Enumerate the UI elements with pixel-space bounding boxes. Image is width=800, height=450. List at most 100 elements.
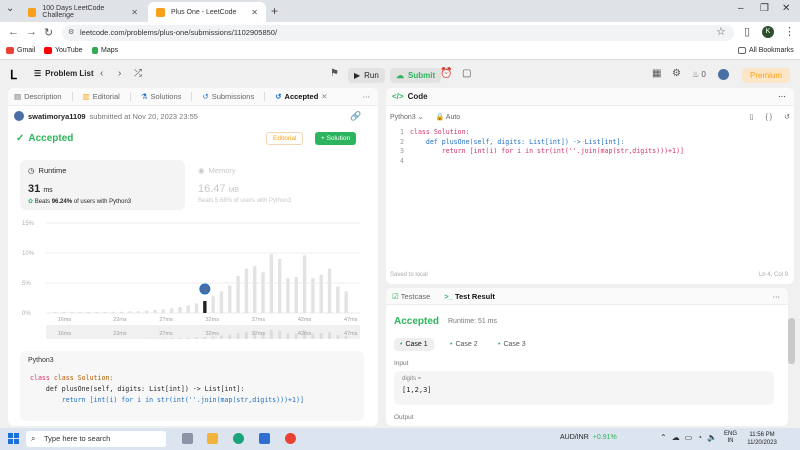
braces-icon[interactable]: { } [766,114,773,121]
task-view-icon[interactable] [182,433,193,444]
editorial-button[interactable]: Editorial [266,132,304,145]
file-explorer-icon[interactable] [207,433,218,444]
mail-icon[interactable] [259,433,270,444]
layout-icon[interactable]: ▦ [652,68,661,79]
clock[interactable]: 11:56 PM 11/20/2023 [740,431,784,447]
output-label: Output [394,414,414,421]
bookmark-label: All Bookmarks [749,47,794,54]
menu-dots-icon[interactable]: ⋮ [784,25,795,38]
bookmark-youtube[interactable]: YouTube [44,47,83,54]
windows-start-icon[interactable] [8,433,19,444]
bookmark-icon[interactable]: ▯ [750,113,754,121]
close-tab-icon[interactable]: ✕ [251,8,258,17]
premium-button[interactable]: Premium [742,68,791,83]
runtime-card[interactable]: ◷ Runtime 31 ms ✿ Beats 96.24% of users w… [20,160,185,210]
fx-widget[interactable]: AUD/INR +0.91% [560,434,617,441]
profile-avatar[interactable]: K [762,26,774,38]
tab-editorial[interactable]: ▥ Editorial [83,92,120,101]
reload-icon[interactable]: ↻ [44,26,53,39]
code-line: class Solution: [53,374,114,382]
close-window-icon[interactable]: ✕ [782,3,790,14]
user-avatar[interactable] [718,69,729,80]
chart-bar [253,266,257,313]
editor-code[interactable]: class Solution: def plusOne(self, digits… [410,128,684,157]
url-bar[interactable]: ⚙ leetcode.com/problems/plus-one/submiss… [62,25,734,41]
streak-fire-icon[interactable]: ♨ 0 [692,70,706,79]
chart-bar [111,311,116,313]
volume-icon[interactable]: 🔈 [707,433,717,442]
vertical-splitter[interactable] [380,240,383,260]
pass-dot-icon: • [400,341,403,348]
beats-icon: ✿ [28,199,34,205]
submitted-at: submitted at Nov 20, 2023 23:55 [89,111,198,121]
all-bookmarks[interactable]: All Bookmarks [738,47,794,54]
taskbar-search[interactable]: ⌕ Type here to search [26,431,166,447]
bookmark-gmail[interactable]: Gmail [6,47,35,54]
minimize-icon[interactable]: – [738,3,744,14]
browser-tab-100-days[interactable]: 100 Days LeetCode Challenge ✕ [20,2,146,22]
submit-button[interactable]: ☁ Submit [390,68,442,83]
prev-problem-icon[interactable]: ‹ [100,68,103,79]
battery-icon[interactable]: ▭ [685,433,693,442]
panel-menu-icon[interactable]: ⋯ [778,92,786,101]
language-select[interactable]: Python3 ⌄ [390,113,424,121]
range-slider-bar [244,332,248,339]
site-info-icon[interactable]: ⚙ [68,25,74,41]
tab-description[interactable]: ▤ Description [14,92,62,101]
runtime-distribution-chart[interactable]: 15% 10% 5% 0% 16ms 22ms 27ms 32ms 37ms 42ms 47ms 16… [20,213,365,343]
tab-submissions[interactable]: ↺ Submissions [202,92,254,101]
solution-button[interactable]: + Solution [315,132,357,145]
leetcode-favicon-icon [156,7,165,17]
beats-prefix: Beats [34,199,51,205]
user-avatar[interactable] [14,111,24,121]
browser-tab-plus-one[interactable]: Plus One - LeetCode ✕ [148,2,266,22]
browser-tab-bar: 100 Days LeetCode Challenge ✕ Plus One -… [0,0,800,22]
sidepanel-icon[interactable]: ▯ [744,25,750,38]
bookmark-label: Gmail [17,47,36,54]
checkbox-icon: ☑ [392,291,399,301]
tab-accepted[interactable]: ↺ Accepted ✕ [275,92,327,101]
new-tab-icon[interactable]: + [271,4,278,18]
bookmark-maps[interactable]: Maps [92,47,118,54]
debug-icon[interactable]: ⚑ [330,68,339,79]
tab-testcase[interactable]: ☑ Testcase [392,292,430,301]
network-icon[interactable]: ◔ [697,433,702,442]
tab-search-icon[interactable]: ⌄ [6,3,14,14]
close-tab-icon[interactable]: ✕ [131,8,138,17]
panel-menu-icon[interactable]: ⋯ [363,92,371,101]
case-2-tab[interactable]: • Case 2 [444,338,484,351]
runtime-unit: ms [43,187,53,194]
divider [129,92,131,101]
maximize-icon[interactable]: ❐ [760,3,769,14]
code-editor[interactable]: 1 2 3 4 class Solution: def plusOne(self… [386,128,794,268]
case-3-tab[interactable]: • Case 3 [492,338,532,351]
auto-mode[interactable]: 🔒 Auto [436,113,461,121]
settings-gear-icon[interactable]: ⚙ [672,68,681,79]
onedrive-icon[interactable]: ☁ [672,433,680,442]
shuffle-icon[interactable]: ⤮ [134,68,142,79]
username[interactable]: swatimorya1109 [28,112,86,121]
chrome-icon[interactable] [285,433,296,444]
back-icon[interactable]: ← [8,26,19,38]
run-button[interactable]: ▶ Run [348,68,385,83]
next-problem-icon[interactable]: › [118,68,121,79]
language-indicator[interactable]: ENG IN [724,431,737,445]
pass-dot-icon: • [498,341,501,348]
share-link-icon[interactable]: 🔗 [350,111,361,122]
right-scrollbar[interactable] [788,318,795,364]
leetcode-logo-icon[interactable]: ᒪ [10,68,22,82]
forward-icon[interactable]: → [26,26,37,38]
edge-icon[interactable] [233,433,244,444]
memory-card[interactable]: ◉ Memory 16.47 MB Beats 5.68% of users wi… [190,160,360,210]
tab-solutions[interactable]: ⚗ Solutions [141,92,182,101]
case-1-tab[interactable]: • Case 1 [394,338,434,351]
chevron-up-icon[interactable]: ⌃ [660,433,667,442]
bookmark-star-icon[interactable]: ☆ [716,25,726,38]
reset-icon[interactable]: ↺ [784,113,790,121]
tab-test-result[interactable]: >_ Test Result [444,292,495,301]
close-tab-icon[interactable]: ✕ [321,92,327,101]
notes-icon[interactable]: ▢ [462,68,471,79]
panel-menu-icon[interactable]: ⋯ [773,292,781,301]
alarm-icon[interactable]: ⏰ [440,68,452,79]
problem-list-link[interactable]: ☰ Problem List [34,69,94,78]
